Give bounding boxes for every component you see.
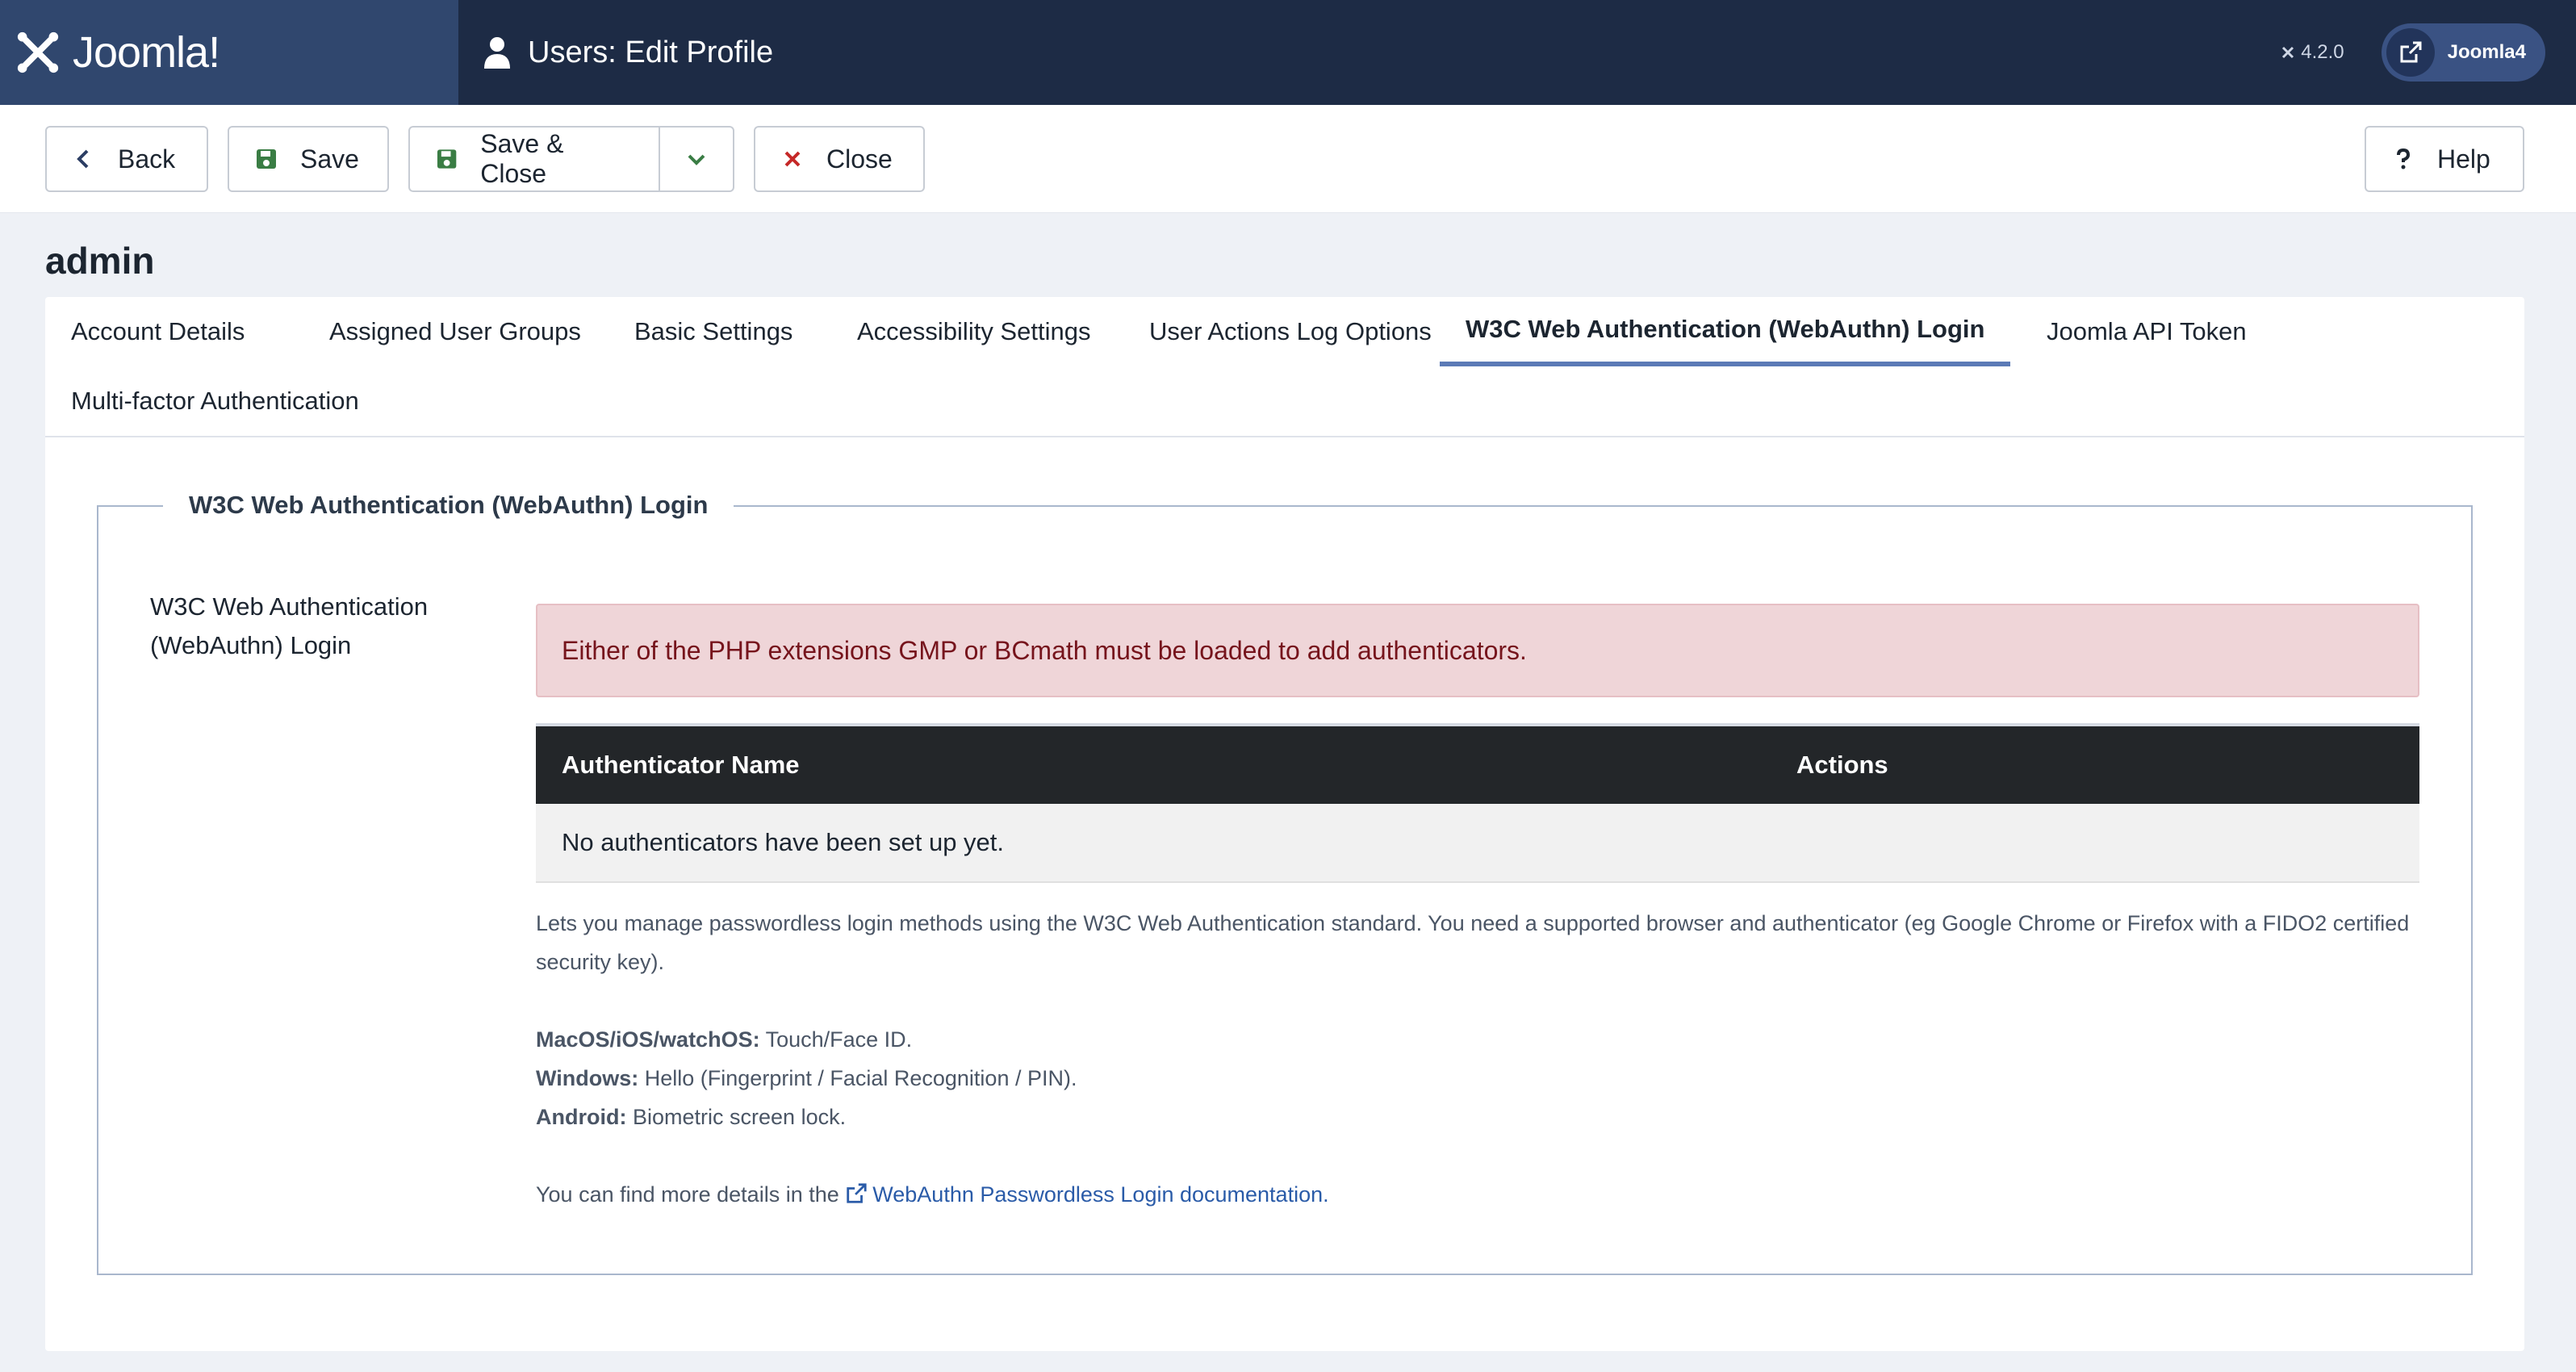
- top-header: Joomla! Users: Edit Profile 4.2.0 Joomla…: [0, 0, 2576, 105]
- tab-accessibility-settings[interactable]: Accessibility Settings: [831, 297, 1116, 366]
- field-label-line-1: W3C Web Authentication: [150, 592, 429, 621]
- fieldset-legend: W3C Web Authentication (WebAuthn) Login: [163, 491, 734, 520]
- save-label: Save: [300, 144, 359, 174]
- help-button[interactable]: Help: [2365, 126, 2524, 192]
- empty-message: No authenticators have been set up yet.: [562, 828, 1005, 856]
- chevron-left-icon: [77, 149, 89, 169]
- header-actions: Actions: [1796, 751, 1888, 779]
- platform-item: MacOS/iOS/watchOS: Touch/Face ID.: [536, 1020, 2419, 1059]
- platform-name: Android:: [536, 1105, 627, 1129]
- brand-name: Joomla!: [73, 28, 220, 77]
- platform-name: MacOS/iOS/watchOS:: [536, 1027, 760, 1052]
- documentation-link[interactable]: WebAuthn Passwordless Login documentatio…: [845, 1182, 1329, 1207]
- question-icon: [2397, 148, 2411, 169]
- save-close-button[interactable]: Save & Close: [408, 126, 660, 192]
- back-button[interactable]: Back: [45, 126, 208, 192]
- close-label: Close: [826, 144, 893, 174]
- joomla-mini-icon: [2282, 46, 2294, 59]
- platform-item: Windows: Hello (Fingerprint / Facial Rec…: [536, 1059, 2419, 1098]
- close-button[interactable]: Close: [754, 126, 925, 192]
- floppy-disk-icon: [257, 149, 276, 169]
- external-link-icon: [2386, 28, 2435, 77]
- tab-basic-settings[interactable]: Basic Settings: [608, 297, 818, 366]
- documentation-link-text: WebAuthn Passwordless Login documentatio…: [872, 1182, 1329, 1207]
- save-options-dropdown[interactable]: [659, 126, 734, 192]
- user-name-heading: admin: [45, 240, 155, 282]
- version-text: 4.2.0: [2301, 41, 2344, 63]
- tab-multi-factor-auth[interactable]: Multi-factor Authentication: [45, 366, 385, 436]
- error-alert: Either of the PHP extensions GMP or BCma…: [536, 604, 2419, 697]
- save-close-label: Save & Close: [480, 129, 564, 188]
- platform-item: Android: Biometric screen lock.: [536, 1098, 2419, 1136]
- edit-form-card: Account Details Assigned User Groups Bas…: [45, 297, 2524, 1351]
- floppy-disk-icon: [437, 149, 457, 169]
- user-menu-button[interactable]: Joomla4: [2381, 23, 2545, 82]
- platform-value: Touch/Face ID.: [765, 1027, 913, 1052]
- platform-list: MacOS/iOS/watchOS: Touch/Face ID. Window…: [536, 1020, 2419, 1136]
- user-icon: [484, 37, 510, 69]
- more-details: You can find more details in the WebAuth…: [536, 1175, 2419, 1214]
- authenticators-table: Authenticator Name Actions No authentica…: [536, 723, 2419, 883]
- page-title-area: Users: Edit Profile: [458, 36, 2280, 70]
- save-button[interactable]: Save: [228, 126, 389, 192]
- table-header: Authenticator Name Actions: [536, 723, 2419, 804]
- tab-bar: Account Details Assigned User Groups Bas…: [45, 297, 2524, 437]
- joomla-logo-icon: [17, 31, 59, 73]
- platform-name: Windows:: [536, 1066, 639, 1090]
- webauthn-description: Lets you manage passwordless login metho…: [536, 904, 2419, 1214]
- header-authenticator-name: Authenticator Name: [562, 751, 800, 779]
- x-icon: [784, 151, 801, 167]
- help-label: Help: [2437, 144, 2490, 174]
- field-label-line-2: (WebAuthn) Login: [150, 631, 352, 659]
- more-details-prefix: You can find more details in the: [536, 1182, 839, 1207]
- webauthn-field-label: W3C Web Authentication (WebAuthn) Login: [150, 588, 473, 665]
- version-badge: 4.2.0: [2280, 41, 2344, 64]
- tab-assigned-user-groups[interactable]: Assigned User Groups: [303, 297, 607, 366]
- toolbar: Back Save Save & Close Close Help: [0, 105, 2576, 213]
- back-label: Back: [118, 144, 176, 174]
- platform-value: Hello (Fingerprint / Facial Recognition …: [644, 1066, 1077, 1090]
- tab-webauthn[interactable]: W3C Web Authentication (WebAuthn) Login: [1440, 297, 2011, 366]
- table-row: No authenticators have been set up yet.: [536, 804, 2419, 883]
- chevron-down-icon: [688, 154, 705, 165]
- user-menu-label: Joomla4: [2447, 41, 2526, 63]
- external-link-icon: [847, 1183, 867, 1203]
- page-title: Users: Edit Profile: [528, 35, 774, 69]
- webauthn-fieldset: W3C Web Authentication (WebAuthn) Login …: [97, 491, 2473, 1275]
- tab-api-token[interactable]: Joomla API Token: [2021, 297, 2273, 366]
- platform-value: Biometric screen lock.: [633, 1105, 847, 1129]
- tab-user-actions-log[interactable]: User Actions Log Options: [1123, 297, 1457, 366]
- tab-account-details[interactable]: Account Details: [45, 297, 270, 366]
- brand-area[interactable]: Joomla!: [0, 0, 458, 105]
- description-intro: Lets you manage passwordless login metho…: [536, 911, 2410, 974]
